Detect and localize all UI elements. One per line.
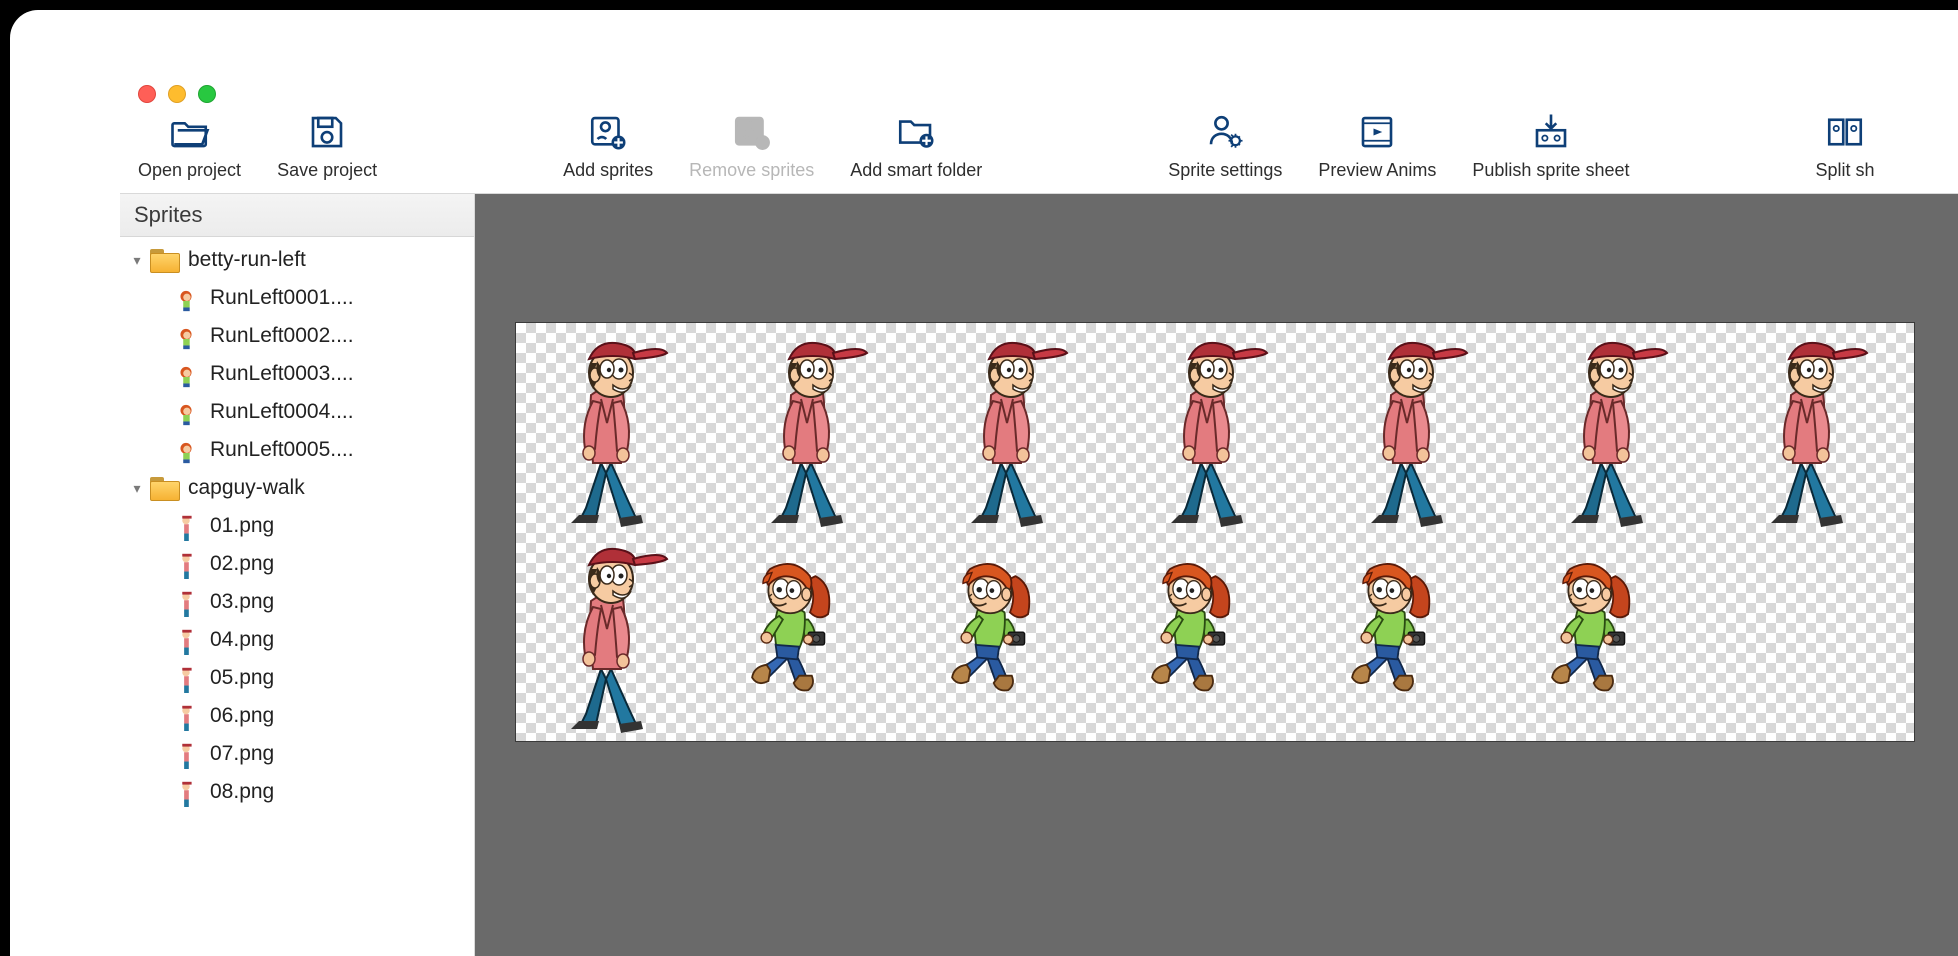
sprite-thumb-icon: [176, 397, 196, 427]
smart-folder-icon: [894, 110, 938, 154]
folder-label: capguy-walk: [188, 476, 305, 500]
sidebar: Sprites ▾ betty-run-left RunLeft0001....…: [120, 194, 475, 956]
file-row[interactable]: 03.png: [120, 583, 474, 621]
sprites-tree[interactable]: ▾ betty-run-left RunLeft0001.... RunLeft…: [120, 237, 474, 956]
add-sprites-icon: [586, 110, 630, 154]
titlebar: [120, 70, 1958, 100]
file-row[interactable]: RunLeft0003....: [120, 355, 474, 393]
split-sheet-button[interactable]: Split sh: [1797, 110, 1892, 181]
open-project-label: Open project: [138, 160, 241, 181]
file-label: 08.png: [210, 780, 274, 804]
sprite-frame[interactable]: [526, 323, 686, 533]
file-row[interactable]: RunLeft0002....: [120, 317, 474, 355]
sprite-frame[interactable]: [726, 323, 886, 533]
sprite-thumb-icon: [176, 663, 196, 693]
file-row[interactable]: 05.png: [120, 659, 474, 697]
folder-open-icon: [168, 110, 212, 154]
add-smart-folder-button[interactable]: Add smart folder: [832, 110, 1000, 181]
sprite-thumb-icon: [176, 321, 196, 351]
remove-sprites-icon: [730, 110, 774, 154]
file-row[interactable]: RunLeft0004....: [120, 393, 474, 431]
sprite-frame[interactable]: [1526, 323, 1686, 533]
save-project-button[interactable]: Save project: [259, 110, 395, 181]
add-smart-folder-label: Add smart folder: [850, 160, 982, 181]
preview-anims-icon: [1355, 110, 1399, 154]
sprite-frame[interactable]: [1726, 323, 1886, 533]
canvas-area[interactable]: [475, 194, 1958, 956]
folder-row[interactable]: ▾ betty-run-left: [120, 241, 474, 279]
remove-sprites-label: Remove sprites: [689, 160, 814, 181]
sprite-frame[interactable]: [1106, 549, 1276, 739]
file-label: 07.png: [210, 742, 274, 766]
folder-icon: [150, 477, 178, 499]
preview-anims-label: Preview Anims: [1318, 160, 1436, 181]
file-label: RunLeft0001....: [210, 286, 354, 310]
remove-sprites-button: Remove sprites: [671, 110, 832, 181]
file-label: RunLeft0005....: [210, 438, 354, 462]
sprite-thumb-icon: [176, 511, 196, 541]
file-row[interactable]: 06.png: [120, 697, 474, 735]
file-label: RunLeft0004....: [210, 400, 354, 424]
folder-label: betty-run-left: [188, 248, 306, 272]
sprite-thumb-icon: [176, 549, 196, 579]
file-row[interactable]: 02.png: [120, 545, 474, 583]
sprite-thumb-icon: [176, 739, 196, 769]
sprite-thumb-icon: [176, 587, 196, 617]
sprite-frame[interactable]: [526, 529, 686, 739]
add-sprites-button[interactable]: Add sprites: [545, 110, 671, 181]
file-label: 02.png: [210, 552, 274, 576]
file-row[interactable]: RunLeft0001....: [120, 279, 474, 317]
sprite-frame[interactable]: [1126, 323, 1286, 533]
sprite-frame[interactable]: [706, 549, 876, 739]
split-sheet-icon: [1823, 110, 1867, 154]
add-sprites-label: Add sprites: [563, 160, 653, 181]
sprite-thumb-icon: [176, 283, 196, 313]
file-row[interactable]: 08.png: [120, 773, 474, 811]
split-sheet-label: Split sh: [1815, 160, 1874, 181]
file-row[interactable]: RunLeft0005....: [120, 431, 474, 469]
sprite-thumb-icon: [176, 625, 196, 655]
sprite-frame[interactable]: [1306, 549, 1476, 739]
folder-icon: [150, 249, 178, 271]
open-project-button[interactable]: Open project: [120, 110, 259, 181]
file-row[interactable]: 01.png: [120, 507, 474, 545]
chevron-down-icon: ▾: [128, 252, 146, 269]
sprite-frame[interactable]: [1506, 549, 1676, 739]
file-label: 01.png: [210, 514, 274, 538]
save-project-label: Save project: [277, 160, 377, 181]
content-area: Sprites ▾ betty-run-left RunLeft0001....…: [120, 194, 1958, 956]
file-row[interactable]: 04.png: [120, 621, 474, 659]
publish-icon: [1529, 110, 1573, 154]
file-label: 04.png: [210, 628, 274, 652]
file-label: RunLeft0002....: [210, 324, 354, 348]
save-icon: [305, 110, 349, 154]
app-window: Open project Save project Add sprites Re…: [120, 70, 1958, 956]
file-label: 06.png: [210, 704, 274, 728]
file-label: 05.png: [210, 666, 274, 690]
sidebar-header: Sprites: [120, 194, 474, 237]
chevron-down-icon: ▾: [128, 480, 146, 497]
sprite-frame[interactable]: [906, 549, 1076, 739]
file-row[interactable]: 07.png: [120, 735, 474, 773]
sprite-frame[interactable]: [926, 323, 1086, 533]
sprite-frame[interactable]: [1326, 323, 1486, 533]
sprite-settings-label: Sprite settings: [1168, 160, 1282, 181]
toolbar: Open project Save project Add sprites Re…: [120, 100, 1958, 194]
sprite-thumb-icon: [176, 359, 196, 389]
publish-sprite-sheet-label: Publish sprite sheet: [1472, 160, 1629, 181]
publish-sprite-sheet-button[interactable]: Publish sprite sheet: [1454, 110, 1647, 181]
sprite-thumb-icon: [176, 777, 196, 807]
sprite-sheet[interactable]: [515, 322, 1915, 742]
folder-row[interactable]: ▾ capguy-walk: [120, 469, 474, 507]
file-label: 03.png: [210, 590, 274, 614]
sprite-settings-icon: [1203, 110, 1247, 154]
sprite-thumb-icon: [176, 435, 196, 465]
file-label: RunLeft0003....: [210, 362, 354, 386]
sprite-thumb-icon: [176, 701, 196, 731]
sprite-settings-button[interactable]: Sprite settings: [1150, 110, 1300, 181]
preview-anims-button[interactable]: Preview Anims: [1300, 110, 1454, 181]
